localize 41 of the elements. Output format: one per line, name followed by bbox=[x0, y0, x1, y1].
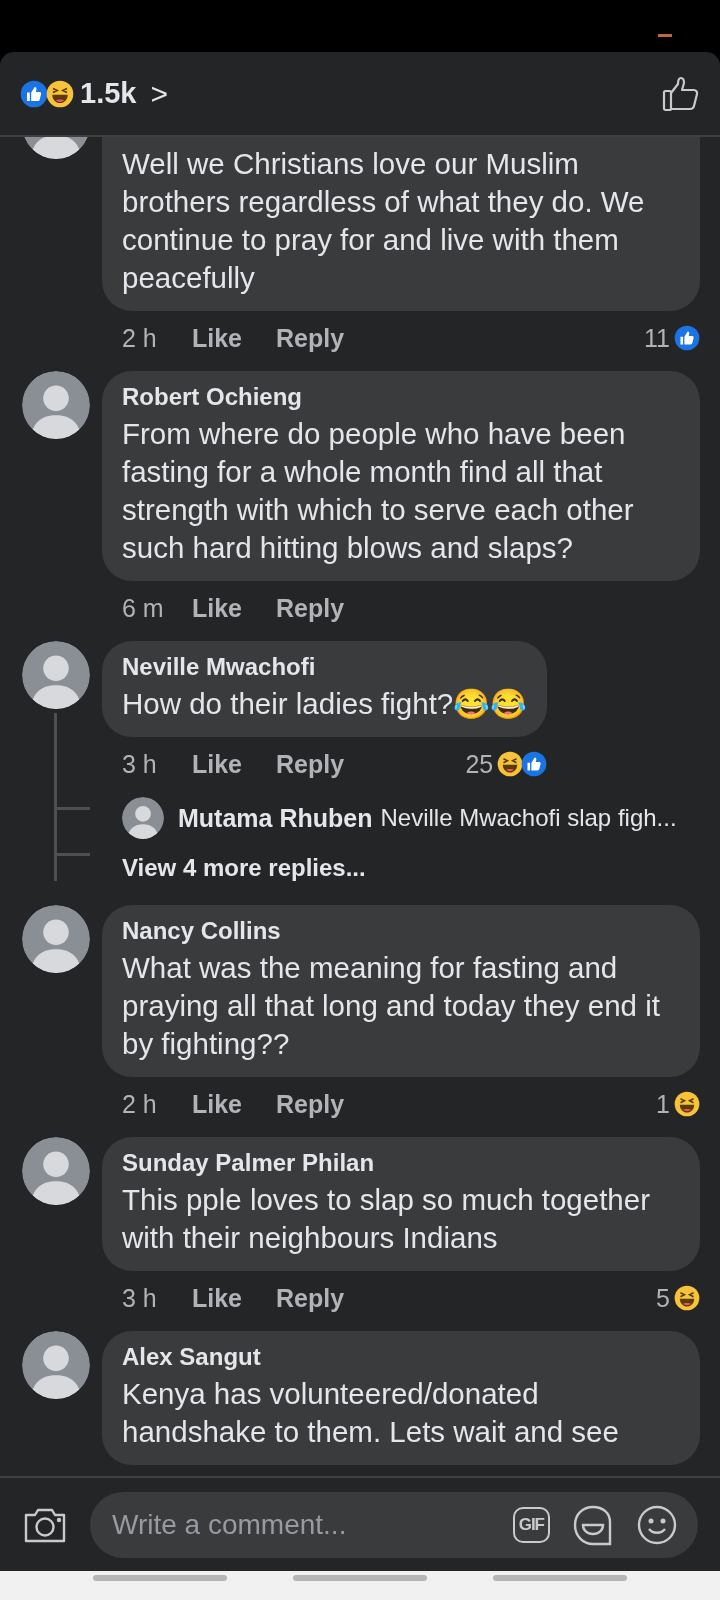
comment-author[interactable]: Alex Sangut bbox=[122, 1343, 680, 1371]
like-link[interactable]: Like bbox=[192, 1283, 243, 1313]
comment-time: 2 h bbox=[122, 323, 158, 353]
reply-link[interactable]: Reply bbox=[276, 1283, 345, 1313]
comment-text: What was the meaning for fasting and praying all that long and today they end it by fighting?? bbox=[122, 950, 661, 1062]
comment-time: 3 h bbox=[122, 1283, 158, 1313]
reply-link[interactable]: Reply bbox=[276, 593, 345, 623]
comment-text: Kenya has volunteered/donated handshake to them. Lets wait and see bbox=[122, 1376, 620, 1450]
comment-author[interactable]: Nancy Collins bbox=[122, 917, 680, 945]
like-icon[interactable] bbox=[662, 74, 700, 113]
comment-author[interactable]: Sunday Palmer Philan bbox=[122, 1149, 680, 1177]
reaction-count: 11 bbox=[644, 323, 670, 353]
reaction-count: 1 bbox=[656, 1089, 670, 1119]
emoji-icon[interactable] bbox=[636, 1503, 678, 1546]
comment-time: 2 h bbox=[122, 1089, 158, 1119]
reply-link[interactable]: Reply bbox=[276, 749, 345, 779]
reaction-count: 25 bbox=[465, 749, 494, 779]
reaction-count: 5 bbox=[656, 1283, 670, 1313]
avatar[interactable] bbox=[122, 797, 164, 839]
reaction-count[interactable]: 1.5k bbox=[80, 77, 137, 110]
comment-time: 3 h bbox=[122, 749, 158, 779]
sticker-icon[interactable] bbox=[572, 1503, 614, 1546]
comment-author[interactable]: Neville Mwachofi bbox=[122, 653, 528, 681]
like-link[interactable]: Like bbox=[192, 323, 243, 353]
comment-text: This pple loves to slap so much together with their neighbours Indians bbox=[122, 1182, 651, 1256]
like-link[interactable]: Like bbox=[192, 749, 243, 779]
like-link[interactable]: Like bbox=[192, 1089, 243, 1119]
like-link[interactable]: Like bbox=[192, 593, 243, 623]
comment-text: From where do people who have been fasting for a whole month find all that strength with which to serve each other such hard hitting blows and slaps? bbox=[122, 416, 635, 566]
comment-time: 6 m bbox=[122, 593, 165, 623]
comment-input-field[interactable]: Write a comment... GIF bbox=[90, 1491, 698, 1558]
comment-text: Well we Christians love our Muslim brothers regardless of what they do. We continue to pray for and live with them peacefully bbox=[122, 146, 646, 296]
view-more-replies-link[interactable]: View 4 more replies... bbox=[122, 847, 712, 889]
comment-author[interactable]: Robert Ochieng bbox=[122, 383, 680, 411]
reply-author[interactable]: Mutama Rhuben bbox=[178, 803, 373, 833]
reply-link[interactable]: Reply bbox=[276, 1089, 345, 1119]
chevron[interactable]: > bbox=[150, 76, 168, 111]
comment-text: How do their ladies fight?😂😂 bbox=[122, 686, 528, 722]
reply-link[interactable]: Reply bbox=[276, 323, 345, 353]
gif-button[interactable]: GIF bbox=[512, 1506, 550, 1543]
reply-text: Neville Mwachofi slap figh... bbox=[380, 804, 677, 832]
